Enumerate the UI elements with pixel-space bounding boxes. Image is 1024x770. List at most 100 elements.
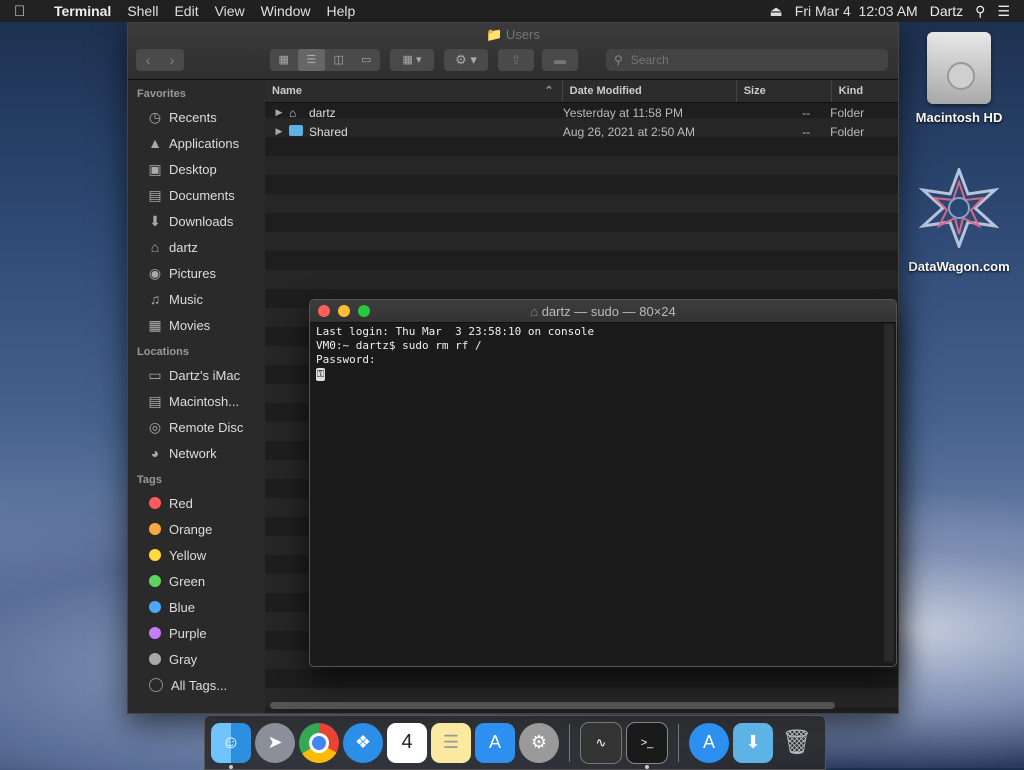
dock-finder-icon[interactable]: ☺ [211,722,251,769]
list-view-button[interactable]: ☰ [297,49,325,71]
dock-chrome-icon[interactable] [299,722,339,763]
sidebar-item-tag-purple[interactable]: Purple [128,620,265,646]
sidebar-item-tag-gray[interactable]: Gray [128,646,265,672]
sidebar-item-all-tags[interactable]: All Tags... [128,672,265,698]
search-field[interactable]: ⚲ [606,49,888,71]
column-view-button[interactable]: ◫ [325,49,353,71]
table-row[interactable]: ▶ ⌂ dartz Yesterday at 11:58 PM -- Folder [265,103,898,122]
sidebar-item-label: Documents [169,187,235,203]
terminal-line: VM0:~ dartz$ sudo rm rf / [316,339,482,352]
file-kind: Folder [830,124,865,139]
sidebar-item-label: Dartz's iMac [169,367,241,383]
forward-button[interactable]: › [160,49,184,71]
disclosure-triangle-icon[interactable]: ▶ [269,126,289,137]
eject-icon[interactable]: ⏏ [770,3,783,20]
menu-extras: ⏏ Fri Mar 4 12:03 AM Dartz ⚲ ☰ [770,3,1010,20]
sidebar-item-tag-yellow[interactable]: Yellow [128,542,265,568]
spotlight-icon[interactable]: ⚲ [975,3,985,20]
sidebar-item-desktop[interactable]: ▣ Desktop [128,156,265,182]
action-button[interactable]: ⚙ ▾ [444,49,488,71]
tag-button[interactable]: ▬ [542,49,578,71]
icon-view-button[interactable]: ▦ [270,49,298,71]
column-header-kind[interactable]: Kind [832,80,898,102]
sidebar-item-tag-blue[interactable]: Blue [128,594,265,620]
clock[interactable]: Fri Mar 4 12:03 AM [795,3,918,19]
finder-toolbar: 📁 Users ‹ › ▦ ☰ ◫ ▭ ▦ ▾ ⚙ ▾ ⇧ ▬ ⚲ [128,23,898,80]
folder-icon: 📁 [486,27,503,42]
sidebar-item-recents[interactable]: ◷ Recents [128,104,265,130]
dock-app-store-download-icon[interactable]: A [689,722,729,763]
user-menu[interactable]: Dartz [930,3,963,19]
sidebar-item-movies[interactable]: ▦ Movies [128,312,265,338]
sidebar-item-label: Movies [169,317,211,333]
dock-launchpad-icon[interactable]: ➤ [255,722,295,763]
menu-view[interactable]: View [215,3,245,19]
menu-help[interactable]: Help [326,3,355,19]
table-row[interactable]: ▶ Shared Aug 26, 2021 at 2:50 AM -- Folde… [265,122,898,141]
file-size: -- [802,105,811,120]
sidebar-item-tag-red[interactable]: Red [128,490,265,516]
file-size: -- [802,124,811,139]
column-header-date[interactable]: Date Modified [563,80,737,102]
column-header-name[interactable]: Name ⌃ [265,80,563,102]
sidebar-item-label: dartz [169,239,198,255]
file-name: Shared [309,124,348,139]
sidebar-item-pictures[interactable]: ◉ Pictures [128,260,265,286]
desktop-icon-macintosh-hd[interactable]: Macintosh HD [904,32,1014,125]
sidebar-item-tag-orange[interactable]: Orange [128,516,265,542]
menu-window[interactable]: Window [261,3,311,19]
menu-app-name[interactable]: Terminal [54,3,111,19]
sidebar-item-remote-disc[interactable]: ◎ Remote Disc [128,414,265,440]
home-icon: ⌂ [150,239,160,255]
desktop-icon-datawagon[interactable]: DataWagon.com [904,165,1014,274]
menu-shell[interactable]: Shell [127,3,158,19]
sidebar-item-home[interactable]: ⌂ dartz [128,234,265,260]
datawagon-logo-icon [918,165,1000,251]
tag-dot-icon [149,575,161,587]
tag-dot-icon [149,497,161,509]
share-button[interactable]: ⇧ [498,49,534,71]
terminal-output[interactable]: Last login: Thu Mar 3 23:58:10 on consol… [310,323,896,383]
folder-icon [289,124,305,139]
column-headers: Name ⌃ Date Modified Size Kind [265,80,898,103]
back-button[interactable]: ‹ [136,49,160,71]
sidebar-item-downloads[interactable]: ⬇ Downloads [128,208,265,234]
sidebar-item-music[interactable]: ♫ Music [128,286,265,312]
gallery-view-button[interactable]: ▭ [353,49,381,71]
dock-app-store-icon[interactable]: A [475,722,515,763]
dock-calendar-icon[interactable]: 4 [387,722,427,763]
search-input[interactable] [628,52,873,68]
sidebar-item-tag-green[interactable]: Green [128,568,265,594]
disclosure-triangle-icon[interactable]: ▶ [269,107,289,118]
dock-terminal-icon[interactable]: >_ [626,721,668,769]
menu-edit[interactable]: Edit [174,3,198,19]
sidebar-item-network[interactable]: ◕ Network [128,440,265,466]
file-date: Yesterday at 11:58 PM [562,105,683,120]
dock-system-preferences-icon[interactable]: ⚙ [519,722,559,763]
sidebar-item-documents[interactable]: ▤ Documents [128,182,265,208]
group-button[interactable]: ▦ ▾ [390,49,434,71]
column-header-size[interactable]: Size [737,80,832,102]
notification-center-icon[interactable]: ☰ [997,3,1010,20]
sidebar-item-label: Pictures [169,265,216,281]
finder-sidebar: Favorites ◷ Recents ▲ Applications ▣ Deskto… [128,80,265,713]
dock-activity-monitor-icon[interactable]: ∿ [580,721,622,764]
tag-dot-icon [149,523,161,535]
terminal-window: ⌂ dartz — sudo — 80×24 Last login: Thu M… [309,299,897,667]
dock-downloads-folder-icon[interactable]: ⬇ [733,722,773,763]
sidebar-item-macintosh-hd[interactable]: ▤ Macintosh... [128,388,265,414]
dock-notes-icon[interactable]: ☰ [431,722,471,763]
computer-icon: ▭ [148,366,162,383]
column-header-label: Name [272,85,302,97]
desktop-icon-label: DataWagon.com [908,259,1010,274]
sidebar-item-applications[interactable]: ▲ Applications [128,130,265,156]
horizontal-scrollbar[interactable] [270,702,835,709]
terminal-scrollbar[interactable] [884,324,894,662]
dock-safari-icon[interactable]: ❖ [343,722,383,763]
sidebar-item-label: Applications [169,135,240,151]
terminal-line: Last login: Thu Mar 3 23:58:10 on consol… [316,325,595,338]
apple-icon[interactable]:  [14,3,42,20]
sidebar-item-imac[interactable]: ▭ Dartz's iMac [128,362,265,388]
dock-trash-icon[interactable]: 🗑 [777,723,817,763]
sidebar-item-label: Music [169,291,203,307]
